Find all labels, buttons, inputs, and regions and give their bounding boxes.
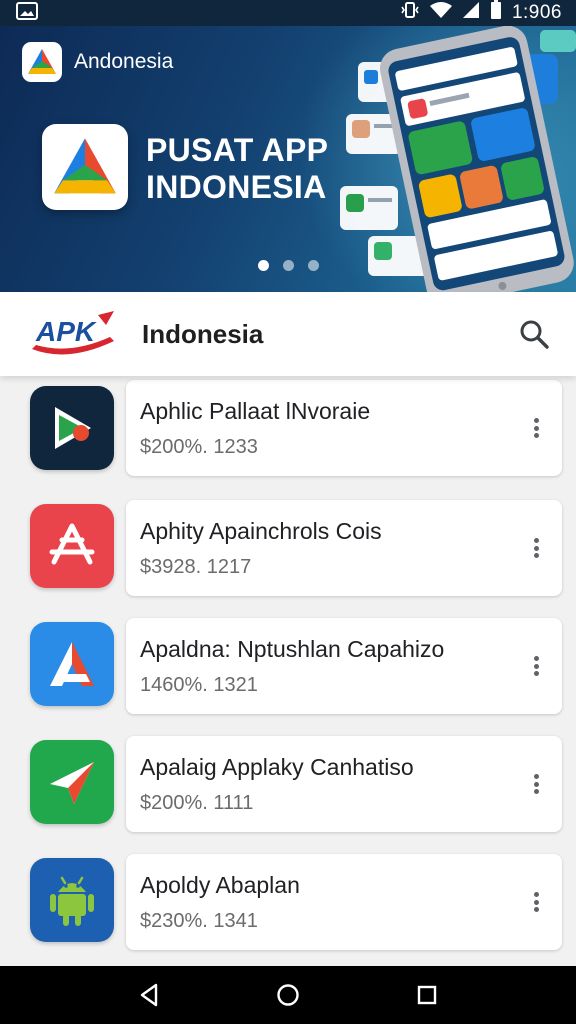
app-name: Apalaig Applaky Canhatiso: [140, 754, 414, 780]
more-options-button[interactable]: [526, 534, 546, 562]
vibrate-icon: [400, 1, 420, 25]
list-item[interactable]: Aphlic Pallaat lNvoraie $200%. 1233: [0, 376, 576, 476]
app-meta: $230%. 1341: [140, 910, 258, 932]
app-card[interactable]: Aphity Apainchrols Cois $3928. 1217: [126, 500, 562, 596]
back-button[interactable]: [129, 975, 169, 1015]
home-button[interactable]: [268, 975, 308, 1015]
app-name: Apaldna: Nptushlan Capahizo: [140, 636, 445, 662]
search-button[interactable]: [518, 318, 550, 350]
list-item[interactable]: Aphity Apainchrols Cois $3928. 1217: [0, 486, 576, 596]
recents-icon: [417, 985, 436, 1005]
header-title: Indonesia: [142, 318, 264, 349]
app-card[interactable]: Apoldy Abaplan $230%. 1341: [126, 854, 562, 950]
app-header: APK Indonesia: [0, 292, 576, 376]
letter-a-icon[interactable]: [30, 622, 114, 706]
more-options-button[interactable]: [526, 414, 546, 442]
promo-banner[interactable]: Andonesia PUSAT APP INDONESIA: [0, 26, 576, 292]
hero-title-line2: INDONESIA: [146, 169, 327, 205]
app-store-icon[interactable]: [30, 504, 114, 588]
search-icon: [520, 320, 549, 349]
list-item[interactable]: Apalaig Applaky Canhatiso $200%. 1111: [0, 726, 576, 832]
more-options-button[interactable]: [526, 652, 546, 680]
hero-app-icon: [42, 124, 128, 210]
home-icon: [277, 984, 299, 1006]
more-options-button[interactable]: [526, 888, 546, 916]
carousel-dot-2[interactable]: [283, 260, 294, 271]
app-name: Aphity Apainchrols Cois: [140, 518, 382, 544]
app-name: Apoldy Abaplan: [140, 872, 300, 898]
app-meta: $3928. 1217: [140, 556, 252, 578]
android-icon[interactable]: [30, 858, 114, 942]
apk-logo-text: APK: [35, 316, 97, 347]
phone-illustration: [340, 26, 576, 292]
recents-button[interactable]: [407, 975, 447, 1015]
apk-logo[interactable]: APK: [28, 307, 120, 361]
hero-title: PUSAT APP INDONESIA: [146, 132, 328, 206]
carousel-dot-1[interactable]: [258, 260, 269, 271]
app-meta: $200%. 1111: [140, 792, 254, 814]
system-nav-bar: [0, 966, 576, 1024]
back-icon: [141, 983, 158, 1007]
signal-icon: [462, 1, 480, 25]
app-name: Aphlic Pallaat lNvoraie: [140, 398, 371, 424]
app-list: Aphlic Pallaat lNvoraie $200%. 1233 Aphi…: [0, 376, 576, 966]
app-card[interactable]: Aphlic Pallaat lNvoraie $200%. 1233: [126, 380, 562, 476]
wifi-icon: [429, 1, 452, 25]
status-bar: 1:906: [0, 0, 576, 26]
brand-logo-icon: [22, 42, 62, 82]
banner-brand: Andonesia: [22, 42, 173, 82]
app-meta: 1460%. 1321: [140, 674, 258, 696]
carousel-dot-3[interactable]: [308, 260, 319, 271]
more-options-button[interactable]: [526, 770, 546, 798]
paper-plane-icon[interactable]: [30, 740, 114, 824]
app-meta: $200%. 1233: [140, 436, 258, 458]
app-card[interactable]: Apalaig Applaky Canhatiso $200%. 1111: [126, 736, 562, 832]
carousel-dots: [258, 260, 319, 271]
app-card[interactable]: Apaldna: Nptushlan Capahizo 1460%. 1321: [126, 618, 562, 714]
play-store-icon[interactable]: [30, 386, 114, 470]
hero-title-line1: PUSAT APP: [146, 132, 329, 168]
status-time: 1:906: [511, 2, 562, 23]
list-item[interactable]: Apaldna: Nptushlan Capahizo 1460%. 1321: [0, 606, 576, 714]
gallery-icon: [16, 1, 38, 25]
brand-name: Andonesia: [74, 50, 174, 73]
list-item[interactable]: Apoldy Abaplan $230%. 1341: [0, 846, 576, 950]
battery-icon: [490, 0, 502, 26]
